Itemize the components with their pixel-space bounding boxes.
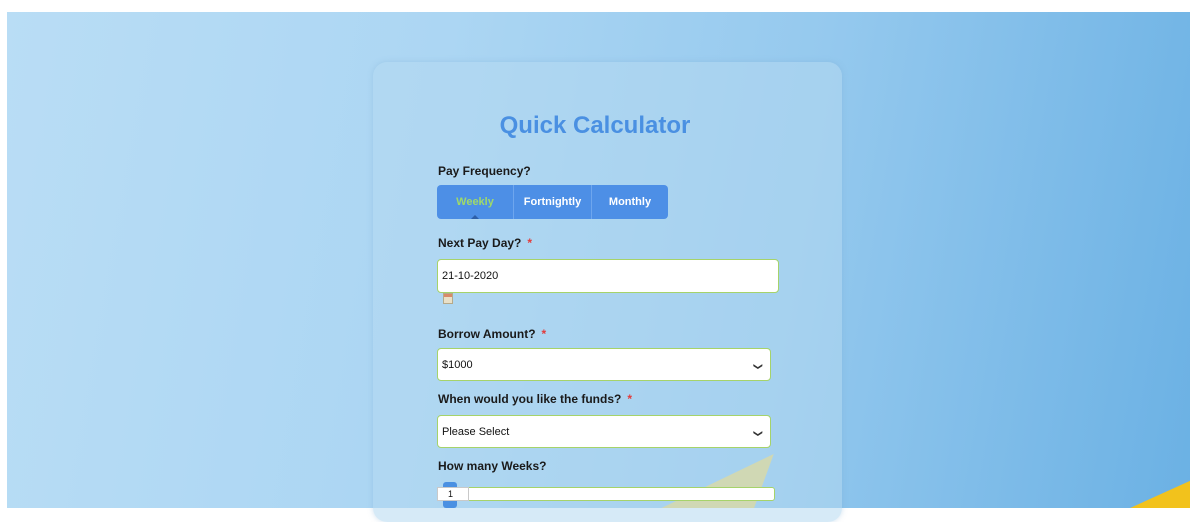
chevron-down-icon: ❯ — [753, 362, 764, 370]
next-pay-day-input[interactable]: 21-10-2020 — [437, 259, 779, 293]
next-pay-day-value: 21-10-2020 — [442, 270, 499, 282]
funds-when-label-text: When would you like the funds? — [438, 392, 622, 406]
borrow-amount-label: Borrow Amount? * — [438, 327, 546, 341]
borrow-amount-select[interactable]: $1000 ❯ — [437, 348, 771, 381]
paper-plane-graphic-right — [1095, 474, 1190, 508]
next-pay-day-label: Next Pay Day? * — [438, 236, 532, 250]
weeks-label: How many Weeks? — [438, 459, 547, 473]
pay-frequency-label: Pay Frequency? — [438, 164, 531, 178]
borrow-amount-value: $1000 — [442, 358, 473, 371]
required-mark: * — [541, 327, 547, 341]
funds-when-value: Please Select — [442, 425, 510, 438]
weeks-value-input[interactable]: 1 — [437, 487, 469, 501]
pay-frequency-fortnightly-button[interactable]: Fortnightly — [514, 185, 592, 219]
calendar-icon[interactable] — [443, 293, 453, 304]
chevron-down-icon: ❯ — [753, 429, 764, 437]
required-mark: * — [627, 392, 632, 406]
pay-frequency-segmented-control: Weekly Fortnightly Monthly — [437, 185, 668, 219]
required-mark: * — [527, 236, 533, 250]
funds-when-label: When would you like the funds? * — [438, 392, 632, 406]
next-pay-day-label-text: Next Pay Day? — [438, 236, 522, 250]
funds-when-select[interactable]: Please Select ❯ — [437, 415, 771, 448]
pay-frequency-monthly-button[interactable]: Monthly — [592, 185, 668, 219]
borrow-amount-label-text: Borrow Amount? — [438, 327, 536, 341]
weeks-slider-track[interactable] — [437, 487, 775, 501]
pay-frequency-weekly-button[interactable]: Weekly — [437, 185, 514, 219]
page-title: Quick Calculator — [499, 112, 691, 139]
